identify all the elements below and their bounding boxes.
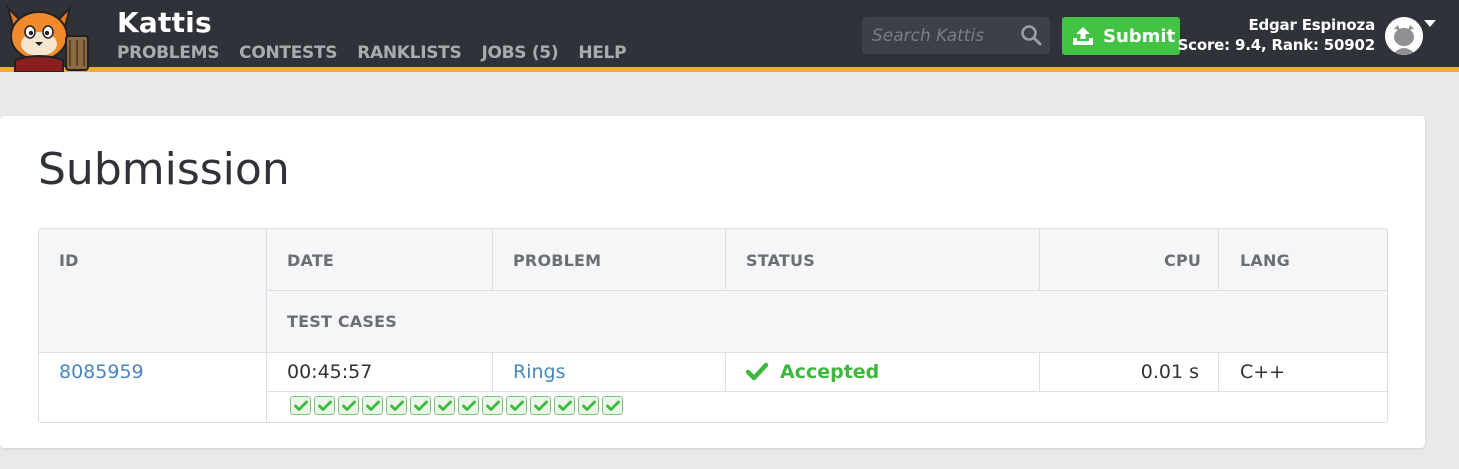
test-case-pass[interactable]: [386, 396, 407, 415]
search-input[interactable]: [862, 17, 1012, 54]
check-icon: [485, 400, 500, 411]
nav-help[interactable]: HELP: [578, 43, 626, 63]
user-stats: Score: 9.4, Rank: 50902: [1177, 36, 1376, 54]
status-badge: Accepted: [746, 361, 879, 383]
chevron-down-icon[interactable]: [1424, 20, 1436, 27]
test-case-pass[interactable]: [362, 396, 383, 415]
check-icon: [437, 400, 452, 411]
check-icon: [293, 400, 308, 411]
test-case-pass[interactable]: [506, 396, 527, 415]
search-box: [862, 17, 1050, 54]
row-divider: [267, 290, 1387, 291]
submission-date: 00:45:57: [287, 361, 373, 383]
header-problem: PROBLEM: [513, 251, 602, 270]
avatar[interactable]: [1385, 17, 1423, 55]
test-case-pass[interactable]: [434, 396, 455, 415]
check-icon: [509, 400, 524, 411]
header-lang: LANG: [1240, 251, 1290, 270]
check-icon: [557, 400, 572, 411]
column-divider: [266, 229, 267, 422]
test-case-pass[interactable]: [290, 396, 311, 415]
check-icon: [413, 400, 428, 411]
nav-ranklists[interactable]: RANKLISTS: [357, 43, 462, 63]
check-icon: [389, 400, 404, 411]
top-navbar: Kattis PROBLEMS CONTESTS RANKLISTS JOBS …: [0, 0, 1459, 73]
check-icon: [317, 400, 332, 411]
main-nav: PROBLEMS CONTESTS RANKLISTS JOBS (5) HEL…: [117, 43, 646, 63]
column-divider: [1218, 352, 1219, 391]
submission-id-link[interactable]: 8085959: [59, 361, 144, 383]
header-status: STATUS: [746, 251, 815, 270]
header-id: ID: [59, 251, 79, 270]
test-case-pass[interactable]: [578, 396, 599, 415]
test-case-pass[interactable]: [338, 396, 359, 415]
nav-problems[interactable]: PROBLEMS: [117, 43, 219, 63]
column-divider: [1218, 229, 1219, 290]
brand-title[interactable]: Kattis: [117, 6, 212, 39]
check-icon: [581, 400, 596, 411]
status-label: Accepted: [780, 361, 880, 383]
test-case-pass[interactable]: [530, 396, 551, 415]
test-case-pass[interactable]: [458, 396, 479, 415]
search-icon[interactable]: [1020, 24, 1042, 46]
user-info[interactable]: Edgar Espinoza Score: 9.4, Rank: 50902: [1177, 15, 1376, 55]
cpu-time: 0.01 s: [1140, 361, 1199, 383]
header-date: DATE: [287, 251, 335, 270]
nav-contests[interactable]: CONTESTS: [239, 43, 337, 63]
check-icon: [605, 400, 620, 411]
test-case-pass[interactable]: [410, 396, 431, 415]
column-divider: [725, 229, 726, 290]
submit-label: Submit: [1103, 25, 1176, 47]
test-case-pass[interactable]: [602, 396, 623, 415]
header-test-cases: TEST CASES: [287, 312, 397, 331]
check-icon: [365, 400, 380, 411]
test-case-pass[interactable]: [554, 396, 575, 415]
upload-icon: [1073, 27, 1093, 45]
check-icon: [461, 400, 476, 411]
nav-jobs[interactable]: JOBS (5): [481, 43, 558, 63]
row-divider: [267, 391, 1387, 392]
submission-card: Submission ID DATE PROBLEM STATUS CPU LA…: [0, 116, 1425, 448]
kattis-logo[interactable]: [0, 0, 104, 73]
problem-link[interactable]: Rings: [513, 361, 565, 383]
test-case-results: [290, 396, 623, 415]
language: C++: [1240, 361, 1286, 383]
header-cpu: CPU: [1164, 251, 1202, 270]
submission-table: ID DATE PROBLEM STATUS CPU LANG TEST CAS…: [38, 228, 1388, 423]
column-divider: [1039, 229, 1040, 290]
check-icon: [746, 362, 768, 381]
column-divider: [492, 229, 493, 290]
test-case-pass[interactable]: [482, 396, 503, 415]
submit-button[interactable]: Submit: [1062, 17, 1180, 55]
row-divider: [39, 352, 1387, 353]
page-title: Submission: [38, 144, 290, 195]
column-divider: [492, 352, 493, 391]
user-name: Edgar Espinoza: [1248, 16, 1375, 34]
check-icon: [341, 400, 356, 411]
test-case-pass[interactable]: [314, 396, 335, 415]
check-icon: [533, 400, 548, 411]
column-divider: [725, 352, 726, 391]
